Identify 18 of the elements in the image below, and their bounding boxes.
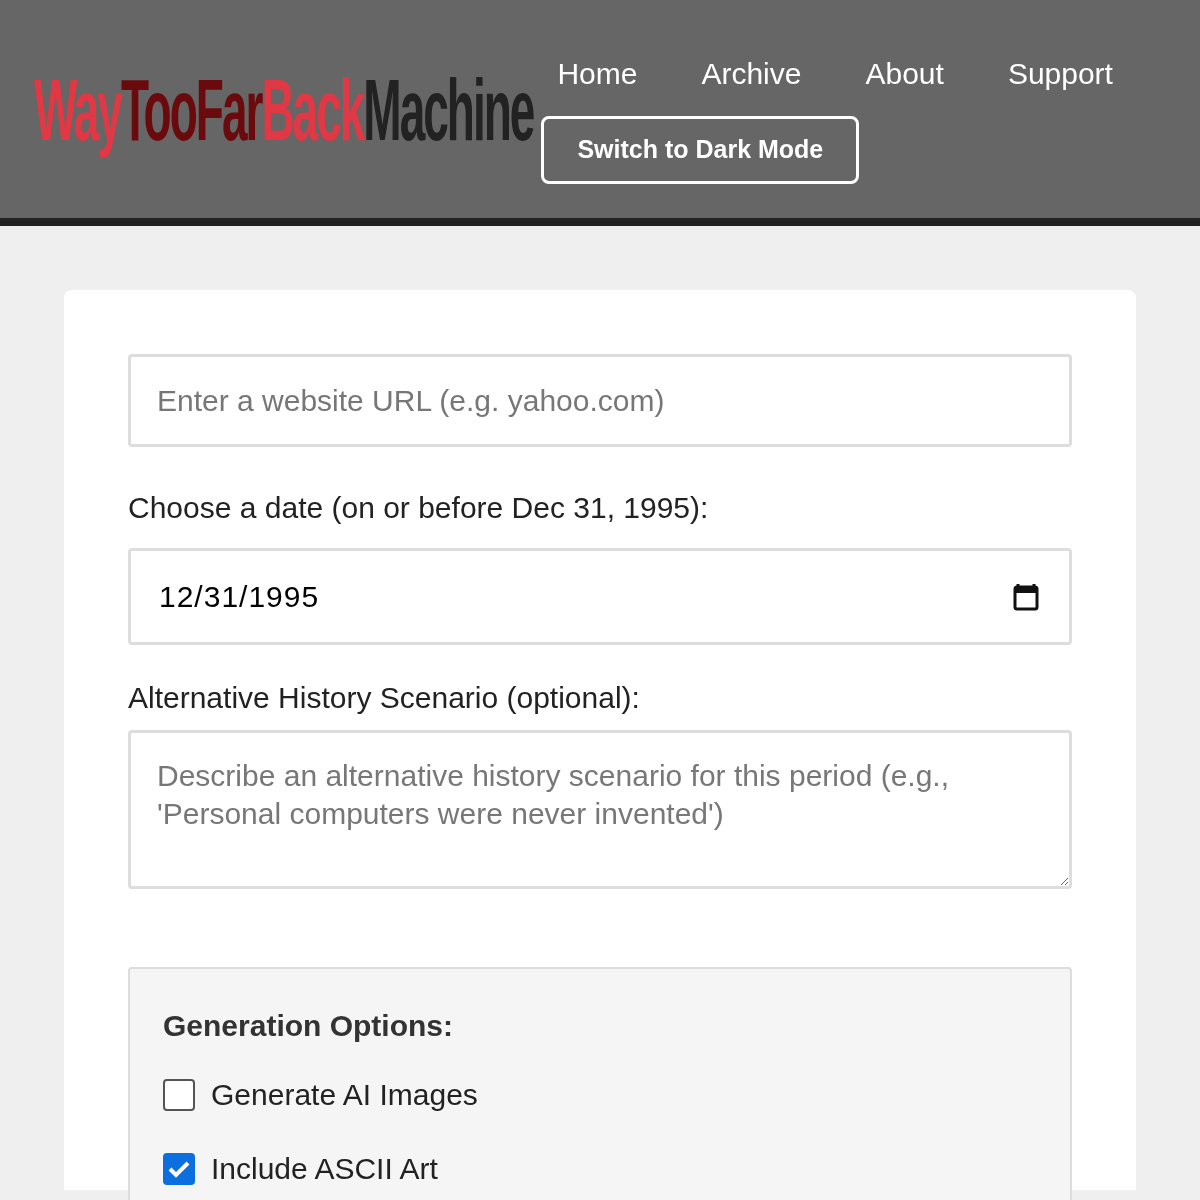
scenario-text-area[interactable]: Describe an alternative history scenario for this period (e.g., 'Personal computers were never invented') xyxy=(128,730,1072,889)
date-value[interactable]: 12/31/1995 xyxy=(159,574,1013,619)
checkmark-icon xyxy=(168,1159,190,1178)
nav-link[interactable]: Archive xyxy=(701,50,802,96)
scenario-label: Alternative History Scenario (optional): xyxy=(128,680,641,716)
date-label: Choose a date (on or before Dec 31, 1995): xyxy=(128,490,710,526)
checkbox-label: Include ASCII Art xyxy=(211,1151,438,1187)
date-input-field[interactable]: 12/31/1995 xyxy=(128,548,1072,645)
calendar-icon[interactable] xyxy=(1013,582,1039,611)
nav-link[interactable]: Support xyxy=(1007,50,1113,96)
url-input-field[interactable]: Enter a website URL (e.g. yahoo.com) xyxy=(128,354,1072,447)
checkbox[interactable] xyxy=(163,1078,195,1111)
nav-link[interactable]: About xyxy=(865,50,944,96)
checkbox[interactable] xyxy=(163,1152,195,1185)
checkbox-label: Generate AI Images xyxy=(211,1077,478,1113)
options-heading: Generation Options: xyxy=(163,1008,454,1044)
nav-link[interactable]: Home xyxy=(557,50,638,96)
dark-mode-toggle-button[interactable]: Switch to Dark Mode xyxy=(541,116,860,184)
